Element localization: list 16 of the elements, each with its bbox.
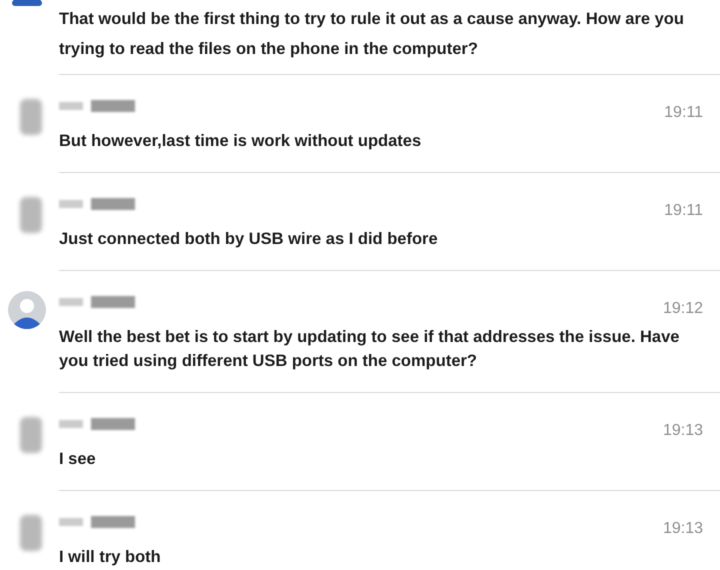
message-text: Well the best bet is to start by updating to see if that addresses the issue. Have you tried using different USB ports on the computer? xyxy=(59,327,680,372)
message-time: 19:13 xyxy=(662,519,703,539)
message-text: But however,last time is work without updates xyxy=(59,131,422,152)
message-time: 19:13 xyxy=(662,421,703,441)
message-text: I see xyxy=(59,449,97,470)
message-text: Just connected both by USB wire as I did before xyxy=(59,229,439,250)
message-time: 19:12 xyxy=(662,299,703,319)
message-text: I will try both xyxy=(59,547,162,568)
message-time: 19:11 xyxy=(664,201,703,221)
avatar-icon xyxy=(20,197,42,233)
avatar-icon xyxy=(20,515,42,551)
avatar-icon xyxy=(20,417,42,453)
avatar-icon xyxy=(20,99,42,135)
message-text: That would be the first thing to try to rule it out as a cause anyway. How are you trying to read the files on the phone in the computer? xyxy=(59,9,685,60)
message-time: 19:11 xyxy=(664,103,703,123)
avatar-icon xyxy=(8,291,46,329)
